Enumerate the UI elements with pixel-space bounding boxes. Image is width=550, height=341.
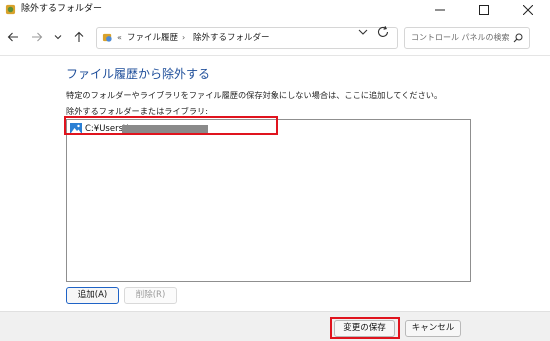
address-dropdown-icon[interactable] — [357, 26, 369, 38]
breadcrumb-file-history[interactable]: ファイル履歴 — [127, 31, 178, 45]
up-button[interactable] — [70, 28, 88, 46]
search-placeholder: コントロール パネルの検索 — [411, 33, 510, 42]
minimize-button[interactable] — [418, 0, 462, 20]
arrow-right-icon — [32, 32, 43, 42]
breadcrumb-separator[interactable]: › — [182, 31, 185, 45]
remove-button[interactable]: 削除(R) — [124, 287, 177, 304]
maximize-icon — [479, 5, 489, 15]
address-field[interactable]: « ファイル履歴 › 除外するフォルダー — [96, 27, 398, 49]
back-button[interactable] — [4, 28, 22, 46]
excluded-folders-list[interactable]: C:¥Users¥ — [66, 119, 471, 282]
forward-button[interactable] — [28, 28, 46, 46]
highlight-box-list-item — [64, 116, 278, 135]
close-button[interactable] — [506, 0, 550, 20]
chevron-down-icon — [54, 35, 62, 40]
app-icon — [5, 4, 16, 15]
cancel-button[interactable]: キャンセル — [405, 320, 461, 337]
description-text: 特定のフォルダーやライブラリをファイル履歴の保存対象にしない場合は、ここに追加し… — [66, 90, 443, 100]
page-title: ファイル履歴から除外する — [66, 67, 211, 81]
control-panel-icon — [102, 33, 112, 42]
refresh-icon[interactable] — [376, 25, 390, 39]
minimize-icon — [435, 9, 445, 11]
breadcrumb-exclude-folders[interactable]: 除外するフォルダー — [193, 31, 270, 45]
window-title: 除外するフォルダー — [21, 4, 103, 14]
divider — [0, 55, 550, 56]
search-icon — [513, 33, 523, 43]
close-icon — [523, 5, 533, 15]
add-button[interactable]: 追加(A) — [66, 287, 119, 304]
arrow-up-icon — [74, 31, 84, 42]
arrow-left-icon — [7, 32, 18, 42]
highlight-box-save-button — [330, 317, 400, 339]
search-input[interactable]: コントロール パネルの検索 — [404, 27, 530, 49]
breadcrumb-overflow[interactable]: « — [117, 31, 122, 45]
footer — [0, 311, 550, 341]
title-bar: 除外するフォルダー — [0, 0, 550, 20]
recent-locations-button[interactable] — [49, 28, 67, 46]
maximize-button[interactable] — [462, 0, 506, 20]
